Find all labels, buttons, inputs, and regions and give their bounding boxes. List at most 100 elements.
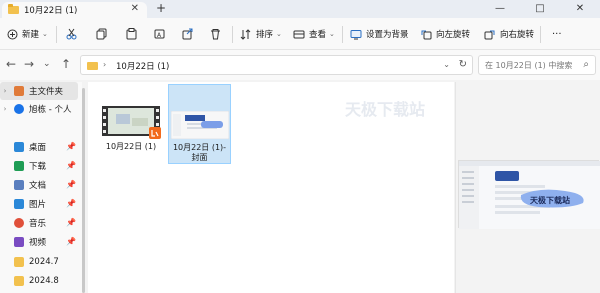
maximize-button[interactable]: □ xyxy=(520,0,560,18)
sidebar-item-label: 主文件夹 xyxy=(29,87,64,97)
pin-icon[interactable]: 📌 xyxy=(66,199,76,208)
sidebar-item-desktop[interactable]: 桌面 📌 xyxy=(0,138,78,156)
app-badge-icon xyxy=(149,127,161,139)
rotate-right-icon xyxy=(484,30,495,39)
sidebar-item-label: 图片 xyxy=(29,200,47,210)
search-input[interactable]: 在 10月22日 (1) 中搜索 ⌕ xyxy=(478,55,596,75)
file-name: 10月22日 (1)-封面 xyxy=(172,143,227,162)
sidebar-item-label: 2024.8 xyxy=(29,276,59,286)
new-tab-button[interactable]: + xyxy=(156,1,166,15)
sidebar-item-label: 视频 xyxy=(29,238,47,248)
videos-icon xyxy=(14,237,24,247)
onedrive-icon xyxy=(14,104,24,114)
title-bar: 10月22日 (1) ✕ + — □ ✕ xyxy=(0,0,600,18)
sort-button[interactable]: 排序 ⌄ xyxy=(240,26,282,42)
cut-icon xyxy=(66,28,77,40)
close-window-button[interactable]: ✕ xyxy=(560,0,600,18)
file-item-video[interactable]: 10月22日 (1) xyxy=(98,106,164,156)
rotate-right-button[interactable]: 向右旋转 xyxy=(484,26,534,42)
preview-banner-text: 天极下载站 xyxy=(530,195,570,205)
share-button[interactable] xyxy=(182,26,197,42)
recent-chevron-icon[interactable]: ⌄ xyxy=(43,59,51,69)
sort-icon xyxy=(240,28,251,40)
folder-icon xyxy=(87,62,98,70)
sidebar-item-downloads[interactable]: 下载 📌 xyxy=(0,157,78,175)
chevron-right-icon: › xyxy=(3,87,7,95)
chevron-down-icon: ⌄ xyxy=(42,30,48,38)
sidebar-item-videos[interactable]: 视频 📌 xyxy=(0,233,78,251)
copy-icon xyxy=(96,28,107,40)
folder-icon xyxy=(8,4,19,14)
sidebar-item-label: 音乐 xyxy=(29,219,47,229)
refresh-icon[interactable]: ↻ xyxy=(459,59,467,70)
address-bar[interactable]: › 10月22日 (1) ⌄ ↻ xyxy=(80,55,473,75)
folder-icon xyxy=(14,257,24,267)
download-icon xyxy=(14,161,24,171)
sidebar-item-pictures[interactable]: 图片 📌 xyxy=(0,195,78,213)
sidebar-item-label: 文档 xyxy=(29,181,47,191)
music-icon xyxy=(14,218,24,228)
sidebar-item-home[interactable]: › 主文件夹 xyxy=(0,82,78,100)
chevron-right-icon: › xyxy=(103,60,107,69)
sidebar-item-folder-2024-8[interactable]: 2024.8 xyxy=(0,272,78,290)
new-button[interactable]: 新建 ⌄ xyxy=(7,26,48,42)
chevron-down-icon: ⌄ xyxy=(329,30,335,38)
minimize-button[interactable]: — xyxy=(480,0,520,18)
image-thumbnail-icon xyxy=(171,111,229,139)
divider xyxy=(342,26,343,43)
sidebar-item-folder-2024-7[interactable]: 2024.7 xyxy=(0,253,78,271)
file-item-image[interactable]: 10月22日 (1)-封面 xyxy=(168,84,231,164)
copy-button[interactable] xyxy=(96,26,111,42)
preview-image: 天极下载站 xyxy=(458,160,600,229)
rotate-right-label: 向右旋转 xyxy=(500,30,535,40)
pin-icon[interactable]: 📌 xyxy=(66,142,76,151)
more-button[interactable]: ··· xyxy=(552,26,562,42)
tab-label: 10月22日 (1) xyxy=(24,6,78,16)
set-wallpaper-button[interactable]: 设置为背景 xyxy=(350,26,409,42)
back-icon[interactable]: ← xyxy=(6,57,16,71)
cut-button[interactable] xyxy=(66,26,81,42)
divider xyxy=(56,26,57,43)
chevron-down-icon[interactable]: ⌄ xyxy=(443,60,450,69)
view-icon xyxy=(293,30,305,38)
folder-icon xyxy=(14,276,24,286)
command-bar: 新建 ⌄ A 排序 ⌄ 查看 ⌄ 设置为背景 向左旋转 向右旋转 ··· xyxy=(0,18,600,50)
sidebar-item-music[interactable]: 音乐 📌 xyxy=(0,214,78,232)
view-button[interactable]: 查看 ⌄ xyxy=(293,26,335,42)
rename-icon: A xyxy=(154,29,165,39)
file-name: 10月22日 (1) xyxy=(105,142,157,151)
sidebar-item-documents[interactable]: 文档 📌 xyxy=(0,176,78,194)
breadcrumb[interactable]: 10月22日 (1) xyxy=(116,60,169,72)
sidebar-item-label: 下载 xyxy=(29,162,47,172)
new-label: 新建 xyxy=(22,30,40,40)
pin-icon[interactable]: 📌 xyxy=(66,218,76,227)
home-icon xyxy=(14,86,24,96)
watermark-text: 天极下载站 xyxy=(345,100,426,119)
wallpaper-icon xyxy=(350,29,362,39)
sidebar-item-label: 2024.7 xyxy=(29,257,59,267)
sidebar-item-label: 旭栋 - 个人 xyxy=(29,105,72,115)
search-placeholder: 在 10月22日 (1) 中搜索 xyxy=(485,61,573,70)
rotate-left-button[interactable]: 向左旋转 xyxy=(420,26,470,42)
view-label: 查看 xyxy=(309,30,327,40)
pin-icon[interactable]: 📌 xyxy=(66,161,76,170)
documents-icon xyxy=(14,180,24,190)
paste-icon xyxy=(126,28,137,40)
delete-button[interactable] xyxy=(210,26,225,42)
forward-icon[interactable]: → xyxy=(24,57,34,71)
sidebar-item-onedrive[interactable]: › 旭栋 - 个人 xyxy=(0,100,78,118)
preview-screenshot-icon: 天极下载站 xyxy=(459,161,600,229)
up-icon[interactable]: ↑ xyxy=(61,57,71,71)
close-tab-icon[interactable]: ✕ xyxy=(131,3,139,14)
sort-label: 排序 xyxy=(256,30,274,40)
pin-icon[interactable]: 📌 xyxy=(66,180,76,189)
desktop-icon xyxy=(14,142,24,152)
divider xyxy=(540,26,541,43)
pin-icon[interactable]: 📌 xyxy=(66,237,76,246)
rotate-left-icon xyxy=(421,30,432,39)
tab-current[interactable]: 10月22日 (1) ✕ xyxy=(2,2,147,18)
paste-button[interactable] xyxy=(126,26,141,42)
pictures-icon xyxy=(14,199,24,209)
rename-button[interactable]: A xyxy=(154,26,169,42)
sidebar-scrollbar[interactable] xyxy=(82,88,85,293)
